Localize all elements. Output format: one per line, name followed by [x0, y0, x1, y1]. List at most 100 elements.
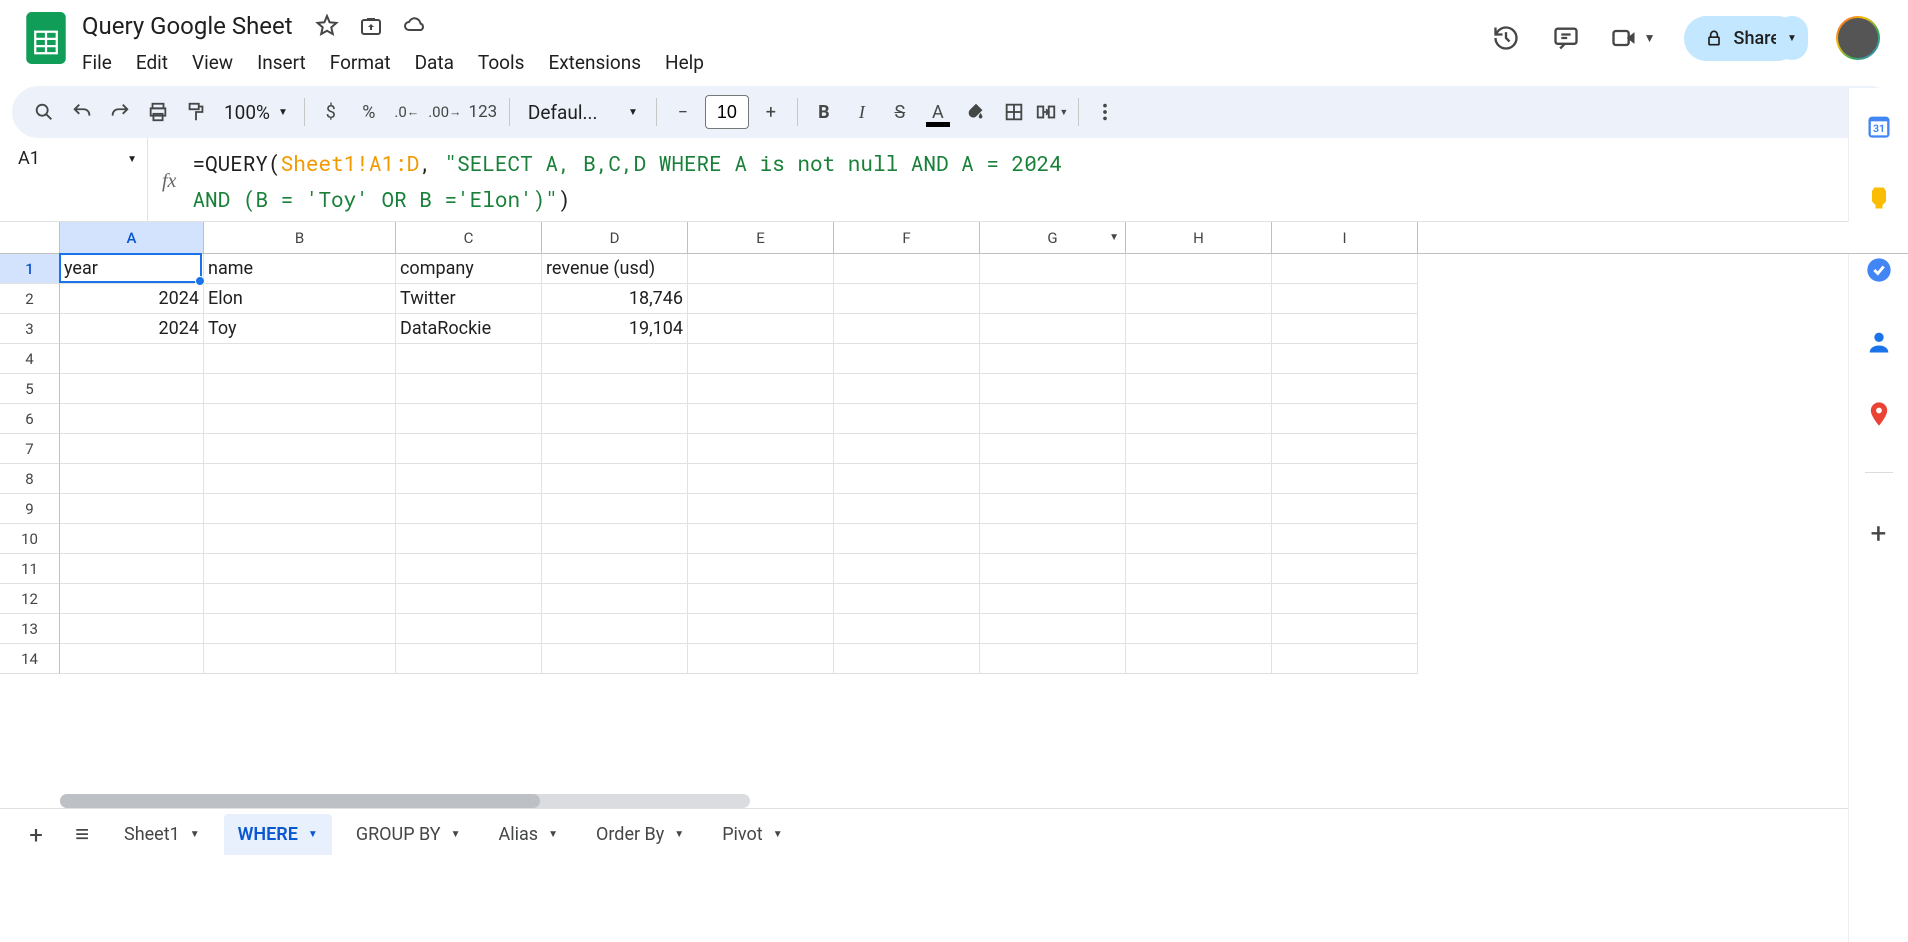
font-size-input[interactable]	[705, 95, 749, 129]
doc-title[interactable]: Query Google Sheet	[76, 10, 299, 42]
cell[interactable]	[980, 584, 1126, 614]
cell[interactable]	[980, 434, 1126, 464]
menu-edit[interactable]: Edit	[126, 47, 178, 78]
bold-icon[interactable]: B	[806, 94, 842, 130]
cell[interactable]	[396, 464, 542, 494]
col-header-E[interactable]: E	[688, 222, 834, 253]
cell[interactable]	[60, 584, 204, 614]
keep-icon[interactable]	[1865, 184, 1893, 212]
menu-extensions[interactable]: Extensions	[538, 47, 651, 78]
cell-D1[interactable]: revenue (usd)	[542, 254, 688, 284]
menu-file[interactable]: File	[72, 47, 122, 78]
cell[interactable]	[834, 464, 980, 494]
percent-icon[interactable]: %	[351, 94, 387, 130]
cell[interactable]	[204, 524, 396, 554]
cell[interactable]	[60, 524, 204, 554]
chevron-down-icon[interactable]: ▼	[451, 829, 461, 840]
borders-icon[interactable]	[996, 94, 1032, 130]
cell[interactable]	[542, 584, 688, 614]
all-sheets-icon[interactable]: ≡	[64, 817, 100, 853]
cell[interactable]	[688, 584, 834, 614]
maps-icon[interactable]	[1865, 400, 1893, 428]
cell[interactable]	[688, 524, 834, 554]
get-addons-icon[interactable]: +	[1871, 517, 1887, 550]
italic-icon[interactable]: I	[844, 94, 880, 130]
cell[interactable]	[980, 464, 1126, 494]
cell[interactable]	[980, 314, 1126, 344]
cell[interactable]	[204, 434, 396, 464]
cell[interactable]	[688, 314, 834, 344]
cell[interactable]	[1272, 524, 1418, 554]
cell-A2[interactable]: 2024	[60, 284, 204, 314]
cell[interactable]	[1126, 524, 1272, 554]
cell[interactable]	[688, 554, 834, 584]
menu-data[interactable]: Data	[405, 47, 464, 78]
spreadsheet-grid[interactable]: A B C D E F G▼ H I 1 2 3 4 5 6 7 8 9 10 …	[0, 222, 1908, 808]
cell[interactable]	[1272, 584, 1418, 614]
cell[interactable]	[1126, 374, 1272, 404]
cell[interactable]	[980, 404, 1126, 434]
cell[interactable]	[688, 284, 834, 314]
row-header-3[interactable]: 3	[0, 314, 60, 344]
row-header-5[interactable]: 5	[0, 374, 60, 404]
cell[interactable]	[1126, 614, 1272, 644]
move-icon[interactable]	[355, 10, 387, 42]
cell[interactable]	[542, 554, 688, 584]
sheets-logo-icon[interactable]	[26, 12, 66, 64]
cell[interactable]	[1272, 464, 1418, 494]
cell-B1[interactable]: name	[204, 254, 396, 284]
cell[interactable]	[542, 434, 688, 464]
col-header-F[interactable]: F	[834, 222, 980, 253]
cell[interactable]	[834, 644, 980, 674]
cell[interactable]	[542, 404, 688, 434]
cell[interactable]	[688, 404, 834, 434]
chevron-down-icon[interactable]: ▼	[548, 829, 558, 840]
cell[interactable]	[60, 344, 204, 374]
chevron-down-icon[interactable]: ▼	[1109, 232, 1119, 243]
cell[interactable]	[60, 494, 204, 524]
sheet-tab-alias[interactable]: Alias▼	[485, 814, 572, 855]
col-header-G[interactable]: G▼	[980, 222, 1126, 253]
cell[interactable]	[1272, 614, 1418, 644]
cell[interactable]	[204, 584, 396, 614]
cell[interactable]	[688, 644, 834, 674]
cell[interactable]	[542, 374, 688, 404]
cell[interactable]	[204, 464, 396, 494]
add-sheet-icon[interactable]: +	[18, 817, 54, 853]
cell[interactable]	[1126, 464, 1272, 494]
undo-icon[interactable]	[64, 94, 100, 130]
col-header-I[interactable]: I	[1272, 222, 1418, 253]
cell[interactable]	[1126, 314, 1272, 344]
cell[interactable]	[688, 464, 834, 494]
cell[interactable]	[834, 344, 980, 374]
menu-insert[interactable]: Insert	[247, 47, 316, 78]
cell[interactable]	[834, 314, 980, 344]
row-header-12[interactable]: 12	[0, 584, 60, 614]
tasks-icon[interactable]	[1865, 256, 1893, 284]
comments-icon[interactable]	[1550, 22, 1582, 54]
row-header-8[interactable]: 8	[0, 464, 60, 494]
cell[interactable]	[688, 374, 834, 404]
cell[interactable]	[834, 584, 980, 614]
search-menus-icon[interactable]	[26, 94, 62, 130]
cell[interactable]	[1272, 254, 1418, 284]
cell[interactable]	[980, 494, 1126, 524]
cell[interactable]	[1126, 254, 1272, 284]
meet-button[interactable]: ▼	[1610, 24, 1656, 52]
cell[interactable]	[1272, 434, 1418, 464]
cell[interactable]	[396, 584, 542, 614]
share-dropdown[interactable]: ▼	[1776, 16, 1808, 60]
cell[interactable]	[1126, 644, 1272, 674]
print-icon[interactable]	[140, 94, 176, 130]
cell[interactable]	[688, 494, 834, 524]
cell[interactable]	[396, 644, 542, 674]
cell[interactable]	[1126, 284, 1272, 314]
currency-icon[interactable]: $	[313, 94, 349, 130]
cell-C2[interactable]: Twitter	[396, 284, 542, 314]
cell[interactable]	[980, 614, 1126, 644]
cell[interactable]	[980, 644, 1126, 674]
chevron-down-icon[interactable]: ▼	[674, 829, 684, 840]
merge-cells-icon[interactable]: ▼	[1034, 94, 1070, 130]
cell[interactable]	[542, 524, 688, 554]
col-header-C[interactable]: C	[396, 222, 542, 253]
